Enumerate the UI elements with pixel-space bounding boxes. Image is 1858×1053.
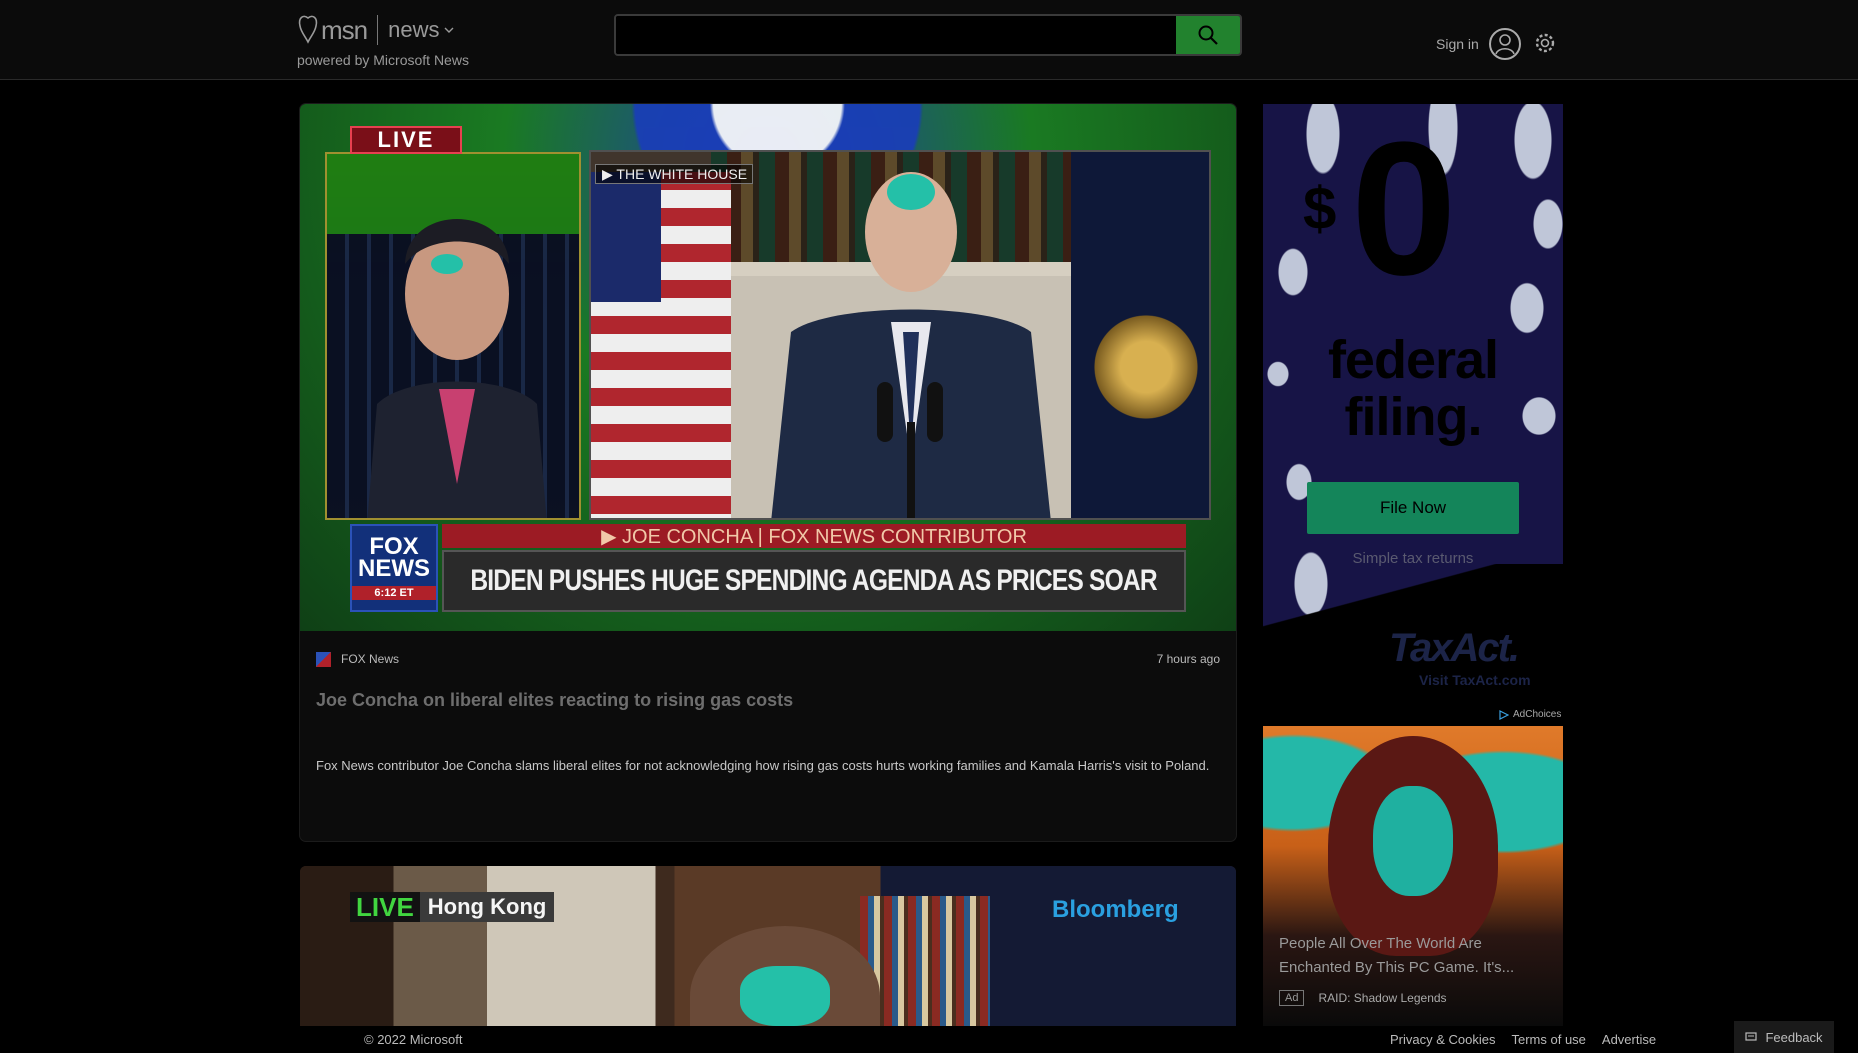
page-footer: © 2022 Microsoft Privacy & Cookies Terms… (0, 1028, 1858, 1053)
flag-union (591, 172, 661, 302)
powered-by-text: powered by Microsoft News (297, 52, 469, 68)
zero-dollar-graphic: $ 0 (1303, 114, 1523, 304)
source-attribution[interactable]: FOX News (316, 651, 399, 667)
ad-label: Ad (1279, 990, 1305, 1006)
search-input[interactable] (616, 16, 1176, 54)
advertiser-name: RAID: Shadow Legends (1318, 991, 1447, 1005)
taxact-ad[interactable]: $ 0 federal filing. File Now Simple tax … (1263, 104, 1563, 704)
fox-news-source-icon (316, 651, 331, 667)
fox-logo-time: 6:12 ET (352, 586, 436, 600)
sign-in-area[interactable]: Sign in (1436, 28, 1521, 60)
anchor-panel (325, 152, 581, 520)
story-description: Fox News contributor Joe Concha slams li… (316, 758, 1210, 773)
feedback-label[interactable]: Feedback (1765, 1030, 1822, 1045)
chyron-top: ▶ JOE CONCHA | FOX NEWS CONTRIBUTOR (442, 524, 1186, 548)
raid-ad-card[interactable]: People All Over The World Are Enchanted … (1263, 726, 1563, 1026)
figure-face (1373, 786, 1453, 896)
second-story-card[interactable]: LIVE Hong Kong Bloomberg (300, 866, 1236, 1026)
search-icon (1198, 25, 1218, 45)
brand-area[interactable]: msn news powered by Microsoft News (297, 12, 497, 72)
sign-in-link[interactable]: Sign in (1436, 36, 1479, 52)
bloomberg-logo: Bloomberg (1052, 896, 1179, 923)
filing-line: filing. (1344, 386, 1483, 447)
feedback-button[interactable]: Feedback (1734, 1021, 1834, 1053)
terms-of-use-link[interactable]: Terms of use (1511, 1032, 1585, 1047)
taxact-logo: TaxAct. (1389, 626, 1520, 670)
adchoices-icon (1499, 709, 1509, 720)
main-story-image[interactable]: LIVE ▶ THE WHITE HOUSE FOX NEWS 6:12 ET (300, 104, 1236, 631)
fox-logo-line2: NEWS (358, 555, 430, 582)
butterfly-logo-icon (297, 14, 319, 46)
section-dropdown[interactable]: news (388, 17, 439, 43)
top-header: msn news powered by Microsoft News Sign … (0, 0, 1858, 80)
location-tag: ▶ THE WHITE HOUSE (595, 164, 753, 184)
federal-filing-text: federal filing. (1263, 332, 1563, 445)
file-now-button[interactable]: File Now (1307, 482, 1519, 534)
adchoices-label[interactable]: AdChoices (1513, 709, 1561, 720)
feedback-icon (1745, 1032, 1758, 1041)
us-flag (591, 172, 731, 518)
logo-separator (377, 15, 379, 45)
federal-line: federal (1327, 330, 1499, 390)
presidential-flag (1071, 152, 1209, 518)
copyright-text: © 2022 Microsoft (364, 1032, 463, 1047)
gear-icon[interactable] (1534, 32, 1556, 54)
face-patch (740, 966, 830, 1026)
live-badge: LIVE (350, 126, 462, 154)
seal-emblem (1091, 302, 1201, 432)
logo-row[interactable]: msn news (297, 12, 497, 48)
privacy-cookies-link[interactable]: Privacy & Cookies (1390, 1032, 1495, 1047)
chevron-down-icon[interactable] (444, 25, 454, 35)
location-label: Hong Kong (419, 892, 555, 922)
source-name[interactable]: FOX News (341, 652, 399, 666)
msn-logo-text: msn (321, 14, 368, 45)
footer-links: Privacy & Cookies Terms of use Advertise (1390, 1032, 1656, 1047)
advertise-link[interactable]: Advertise (1602, 1032, 1656, 1047)
ad-footer: Ad RAID: Shadow Legends (1279, 990, 1447, 1006)
speaker-figure (771, 172, 1051, 518)
story-headline[interactable]: Joe Concha on liberal elites reacting to… (316, 690, 1220, 711)
adchoices-link[interactable]: AdChoices (1499, 709, 1561, 720)
chyron-main: BIDEN PUSHES HUGE SPENDING AGENDA AS PRI… (442, 550, 1186, 612)
ad-title[interactable]: People All Over The World Are Enchanted … (1279, 932, 1549, 980)
live-label: LIVE (350, 892, 420, 922)
dollar-sign: $ (1303, 175, 1337, 242)
search-button[interactable] (1176, 16, 1240, 54)
anchor-figure (367, 219, 547, 518)
story-meta: FOX News 7 hours ago (316, 648, 1220, 670)
user-avatar-icon[interactable] (1488, 28, 1521, 60)
fox-news-logo: FOX NEWS 6:12 ET (350, 524, 438, 612)
live-hong-kong-badge: LIVE Hong Kong (350, 892, 555, 922)
visit-link[interactable]: Visit TaxAct.com (1419, 672, 1531, 688)
chyron-main-text: BIDEN PUSHES HUGE SPENDING AGENDA AS PRI… (470, 564, 1158, 597)
search-bar (614, 14, 1242, 56)
story-timestamp: 7 hours ago (1156, 652, 1220, 666)
main-story-card[interactable]: LIVE ▶ THE WHITE HOUSE FOX NEWS 6:12 ET (300, 104, 1236, 841)
zero-amount: 0 (1351, 104, 1457, 315)
white-house-panel (589, 150, 1211, 520)
